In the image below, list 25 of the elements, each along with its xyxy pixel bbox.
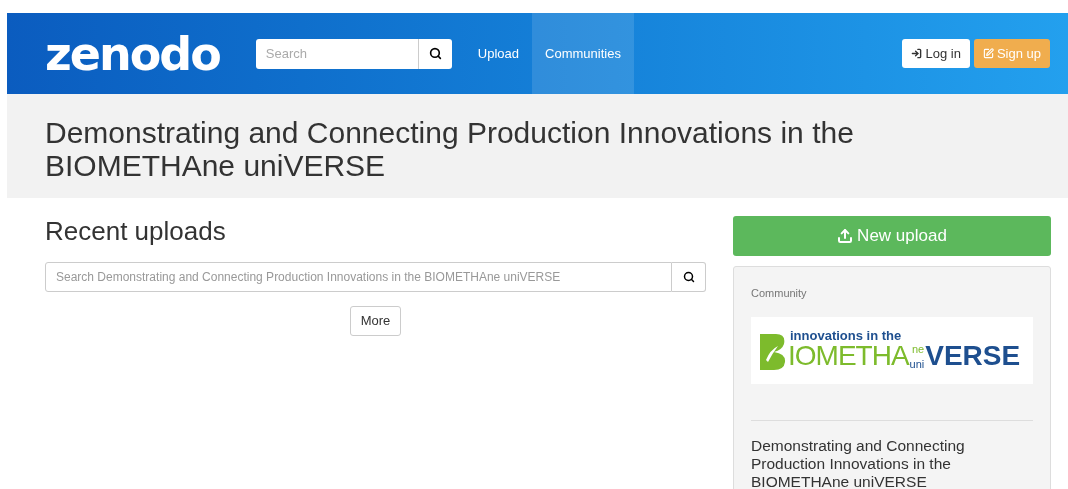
- page-title: Demonstrating and Connecting Production Innovations in the BIOMETHAne uniVERSE: [45, 116, 855, 182]
- nav-link[interactable]: Communities: [532, 13, 634, 94]
- edit-icon: [982, 48, 994, 59]
- login-button[interactable]: Log in: [902, 39, 970, 68]
- section-heading: Recent uploads: [45, 216, 227, 246]
- panel-label: Community: [751, 286, 808, 301]
- leaf-icon: [758, 331, 788, 372]
- logo-wordmark: VERSE: [925, 341, 1021, 370]
- more-button[interactable]: More: [349, 306, 402, 336]
- logo-wordmark: IOMETHA: [788, 341, 909, 370]
- logo-superscript: ne: [912, 343, 925, 355]
- site-logo[interactable]: zenodo: [45, 30, 220, 77]
- search-button[interactable]: [672, 262, 706, 292]
- logo-tagline: innovations in the: [790, 328, 903, 342]
- search-field[interactable]: Search: [255, 38, 418, 69]
- search-button[interactable]: [417, 38, 452, 69]
- search-field[interactable]: Search Demonstrating and Connecting Production Innovations in the BIOMETHAne uniVERSE: [45, 262, 672, 292]
- logo-subscript: uni: [909, 358, 925, 370]
- search-icon: [428, 47, 442, 60]
- search-icon: [682, 271, 695, 283]
- nav-link[interactable]: Upload: [464, 13, 533, 94]
- upload-icon: [837, 228, 854, 244]
- login-icon: [911, 48, 923, 59]
- new-upload-button[interactable]: New upload: [733, 216, 1051, 256]
- community-name: Demonstrating and Connecting Production Innovations in the BIOMETHAne uniVERSE: [751, 436, 966, 489]
